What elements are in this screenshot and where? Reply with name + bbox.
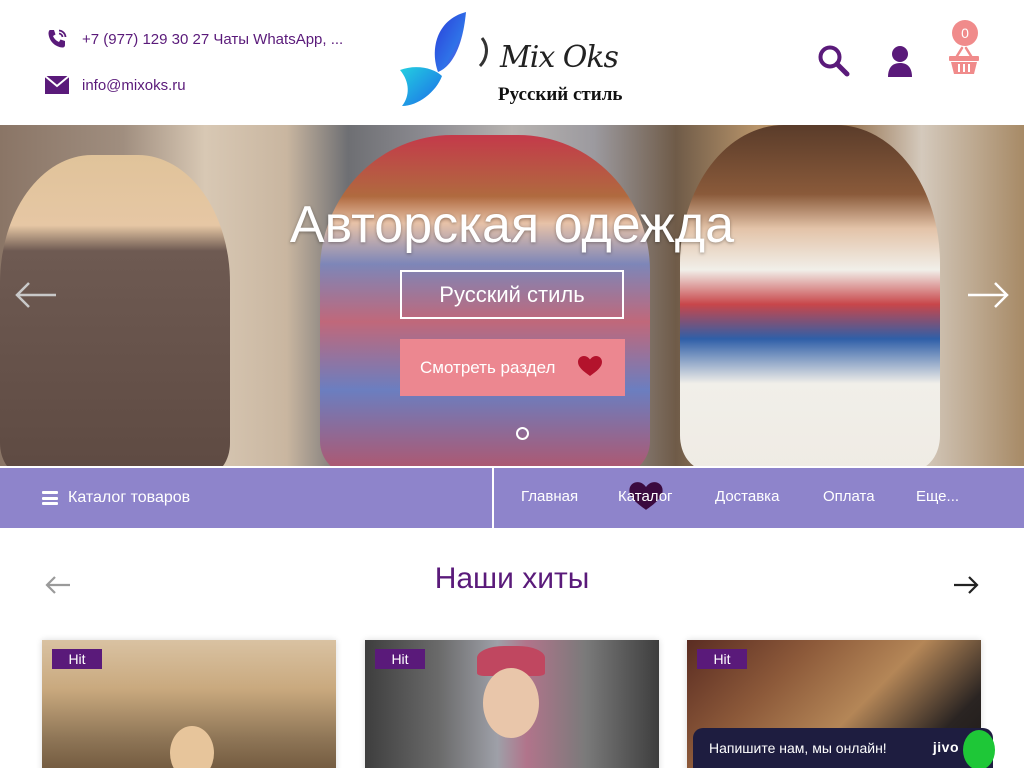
- hits-next-button[interactable]: [952, 574, 980, 596]
- nav-divider: [492, 468, 494, 528]
- email-text[interactable]: info@mixoks.ru: [82, 77, 186, 94]
- hero-slider: Авторская одежда Русский стиль Смотреть …: [0, 125, 1024, 466]
- site-header: +7 (977) 129 30 27 Чаты WhatsApp, ... in…: [0, 0, 1024, 125]
- email-contact[interactable]: info@mixoks.ru: [44, 74, 186, 96]
- arrow-left-icon: [45, 576, 70, 594]
- chat-widget[interactable]: Напишите нам, мы онлайн! jivo: [693, 728, 995, 768]
- arrow-right-icon: [968, 282, 1009, 308]
- hero-next-button[interactable]: [966, 281, 1010, 309]
- phone-contact[interactable]: +7 (977) 129 30 27 Чаты WhatsApp, ...: [44, 28, 343, 50]
- nav-link-delivery[interactable]: Доставка: [715, 488, 779, 505]
- view-section-button[interactable]: Смотреть раздел: [400, 339, 625, 396]
- arrow-left-icon: [15, 282, 56, 308]
- search-icon: [817, 44, 851, 83]
- view-section-label: Смотреть раздел: [420, 357, 556, 377]
- hit-badge: Hit: [697, 649, 747, 669]
- chat-label: Напишите нам, мы онлайн!: [709, 740, 887, 756]
- chat-status-icon: [963, 730, 995, 768]
- nav-link-more[interactable]: Еще...: [916, 488, 959, 505]
- mail-icon: [44, 74, 70, 96]
- logo-wordmark: Mix Oks: [500, 40, 619, 75]
- main-navbar: Каталог товаров Главная Каталог Доставка…: [0, 468, 1024, 528]
- hero-model-right: [680, 125, 940, 466]
- hero-subtitle: Русский стиль: [400, 270, 624, 319]
- product-card[interactable]: Hit: [42, 640, 336, 768]
- nav-link-payment[interactable]: Оплата: [823, 488, 875, 505]
- account-button[interactable]: [882, 44, 918, 82]
- nav-link-catalog[interactable]: Каталог: [618, 488, 673, 505]
- butterfly-logo-icon: [400, 12, 488, 106]
- menu-icon: [42, 491, 58, 505]
- slider-dot[interactable]: [516, 427, 529, 440]
- cart-count-badge[interactable]: 0: [952, 20, 978, 46]
- catalog-menu-label: Каталог товаров: [68, 489, 191, 506]
- catalog-menu-button[interactable]: Каталог товаров: [0, 468, 492, 528]
- basket-icon: [947, 46, 981, 81]
- hero-prev-button[interactable]: [14, 281, 58, 309]
- product-card[interactable]: Hit: [365, 640, 659, 768]
- hero-title: Авторская одежда: [289, 196, 735, 254]
- hits-title: Наши хиты: [434, 562, 590, 595]
- hits-prev-button[interactable]: [44, 574, 72, 596]
- page: +7 (977) 129 30 27 Чаты WhatsApp, ... in…: [0, 0, 1024, 768]
- user-icon: [886, 44, 914, 83]
- phone-icon: [44, 28, 70, 50]
- nav-link-home[interactable]: Главная: [521, 488, 578, 505]
- cart-button[interactable]: [946, 44, 982, 82]
- hit-badge: Hit: [52, 649, 102, 669]
- search-button[interactable]: [816, 44, 852, 82]
- chat-brand: jivo: [932, 739, 959, 755]
- product-model: [483, 668, 539, 738]
- logo-tagline: Русский стиль: [498, 84, 623, 105]
- arrow-right-icon: [954, 576, 979, 594]
- phone-text[interactable]: +7 (977) 129 30 27 Чаты WhatsApp, ...: [82, 31, 343, 48]
- site-logo[interactable]: Mix Oks Русский стиль: [396, 10, 636, 110]
- heart-icon: [577, 355, 603, 382]
- hit-badge: Hit: [375, 649, 425, 669]
